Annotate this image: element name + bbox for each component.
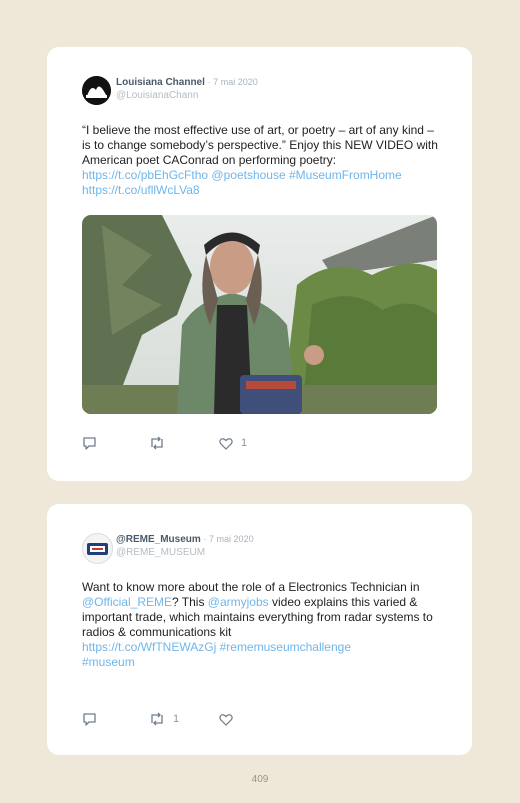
tweet-date[interactable]: · 7 mai 2020 bbox=[204, 534, 254, 544]
like-count: 1 bbox=[241, 437, 248, 449]
reply-button[interactable] bbox=[82, 711, 97, 727]
author-handle[interactable]: @LouisianaChann bbox=[116, 89, 258, 102]
tweet-text: Want to know more about the role of a El… bbox=[82, 580, 442, 670]
heart-icon bbox=[219, 437, 233, 450]
tweet-card-louisiana: Louisiana Channel · 7 mai 2020 @Louisian… bbox=[47, 47, 472, 481]
page-number: 409 bbox=[251, 774, 269, 785]
tweet-link[interactable]: https://t.co/WfTNEWAzGj bbox=[82, 640, 216, 654]
tweet-card-reme: @REME_Museum · 7 mai 2020 @REME_MUSEUM W… bbox=[47, 504, 472, 755]
tweet-link[interactable]: https://t.co/pbEhGcFtho bbox=[82, 168, 208, 182]
tweet-date[interactable]: · 7 mai 2020 bbox=[208, 77, 258, 87]
tweet-actions: 1 bbox=[82, 435, 442, 451]
tweet-header: @REME_Museum · 7 mai 2020 @REME_MUSEUM bbox=[116, 533, 254, 559]
reply-icon bbox=[83, 713, 96, 726]
tweet-text-plain: ? This bbox=[171, 595, 208, 609]
mention-link[interactable]: @armyjobs bbox=[208, 595, 269, 609]
tweet-text: “I believe the most effective use of art… bbox=[82, 123, 442, 198]
retweet-icon bbox=[151, 436, 163, 450]
tweet-header: Louisiana Channel · 7 mai 2020 @Louisian… bbox=[116, 76, 258, 102]
tweet-link[interactable]: https://t.co/ufllWcLVa8 bbox=[82, 183, 200, 197]
retweet-button[interactable] bbox=[149, 435, 165, 451]
like-button[interactable] bbox=[219, 711, 233, 727]
louisiana-logo-icon bbox=[82, 76, 111, 105]
tweet-actions: 1 bbox=[82, 711, 442, 727]
retweet-count: 1 bbox=[173, 713, 180, 725]
tweet-text-line: Want to know more about the role of a El… bbox=[82, 580, 420, 594]
mention-link[interactable]: @Official_REME bbox=[82, 595, 172, 609]
tweet-text-plain: “I believe the most effective use of art… bbox=[82, 123, 438, 167]
hashtag-link[interactable]: #museum bbox=[82, 655, 135, 669]
retweet-icon bbox=[151, 712, 163, 726]
author-name[interactable]: Louisiana Channel bbox=[116, 77, 205, 88]
hashtag-link[interactable]: #rememuseumchallenge bbox=[220, 640, 351, 654]
avatar[interactable] bbox=[82, 533, 113, 564]
hashtag-link[interactable]: #MuseumFromHome bbox=[289, 168, 402, 182]
author-name[interactable]: @REME_Museum bbox=[116, 534, 201, 545]
reme-logo-icon bbox=[87, 543, 108, 555]
mention-link[interactable]: @poetshouse bbox=[211, 168, 285, 182]
tweet-video-thumbnail[interactable] bbox=[82, 215, 437, 414]
avatar[interactable] bbox=[82, 76, 111, 105]
reply-icon bbox=[83, 437, 96, 450]
like-button[interactable]: 1 bbox=[219, 435, 247, 451]
reply-button[interactable] bbox=[82, 435, 97, 451]
retweet-button[interactable]: 1 bbox=[149, 711, 179, 727]
heart-icon bbox=[219, 713, 233, 726]
author-handle[interactable]: @REME_MUSEUM bbox=[116, 546, 254, 559]
